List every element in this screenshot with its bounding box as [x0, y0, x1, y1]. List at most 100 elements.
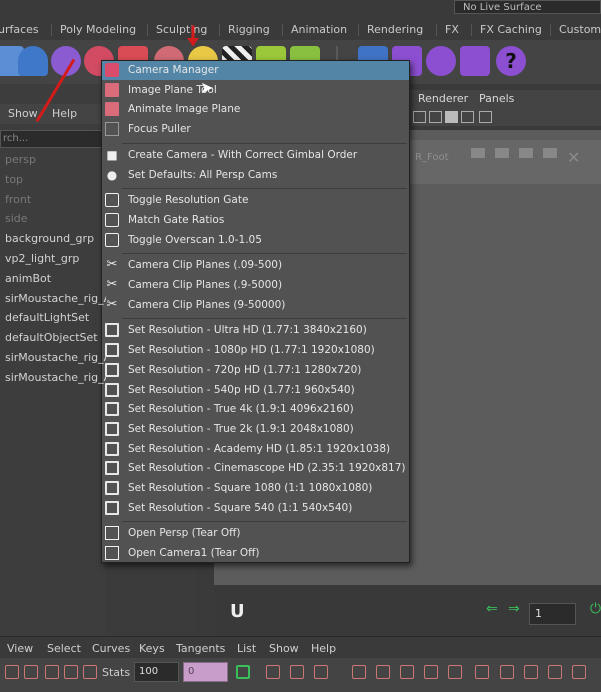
- menu-item[interactable]: Toggle Resolution Gate: [102, 191, 409, 210]
- menu-item[interactable]: Toggle Overscan 1.0-1.05: [102, 231, 409, 250]
- insert-key-icon[interactable]: [24, 665, 38, 679]
- outliner-item-label: persp: [5, 153, 36, 166]
- grid-icon[interactable]: [413, 111, 426, 123]
- auto-tangent-icon[interactable]: [352, 665, 366, 679]
- value-field[interactable]: 0: [183, 662, 228, 682]
- menu-item[interactable]: Set Resolution - Academy HD (1.85:1 1920…: [102, 440, 409, 459]
- menu-item[interactable]: Image Plane Tool: [102, 81, 409, 100]
- outliner-item[interactable]: background_grp: [0, 229, 106, 248]
- magnet-icon[interactable]: U: [230, 601, 245, 622]
- weighted-tangent-icon[interactable]: [572, 665, 586, 679]
- lattice-icon[interactable]: [45, 665, 59, 679]
- shelf-tab-custom[interactable]: Custom: [549, 22, 601, 38]
- download-tool-icon[interactable]: [18, 46, 48, 76]
- graph-menu-keys[interactable]: Keys: [139, 642, 165, 655]
- live-surface-field[interactable]: No Live Surface: [454, 0, 601, 14]
- menu-item[interactable]: Set Resolution - True 4k (1.9:1 4096x216…: [102, 400, 409, 419]
- shelf-tab-surfaces[interactable]: urfaces: [0, 22, 39, 38]
- flat-tangent-icon[interactable]: [448, 665, 462, 679]
- menu-item[interactable]: Set Resolution - Ultra HD (1.77:1 3840x2…: [102, 321, 409, 340]
- step-forward-icon[interactable]: ⇒: [508, 601, 520, 617]
- outliner-item[interactable]: sirMoustache_rig_A: [0, 368, 106, 387]
- power-icon[interactable]: ⏻: [590, 601, 601, 617]
- frame-all-icon[interactable]: [266, 665, 280, 679]
- unify-tangent-icon[interactable]: [548, 665, 562, 679]
- menu-item[interactable]: Animate Image Plane: [102, 100, 409, 119]
- linear-tangent-icon[interactable]: [424, 665, 438, 679]
- shelf-tab-sculpting[interactable]: Sculpting: [146, 22, 207, 38]
- graph-menu-view[interactable]: View: [7, 642, 33, 655]
- keyboard-icon[interactable]: [460, 46, 490, 76]
- help-icon[interactable]: ?: [496, 46, 526, 76]
- shelf-tab-rigging[interactable]: Rigging: [219, 22, 270, 38]
- outliner-item[interactable]: top: [0, 170, 106, 189]
- outliner-search-input[interactable]: rch...: [0, 130, 106, 148]
- outliner-item[interactable]: defaultLightSet: [0, 308, 106, 327]
- shelf-tab-rendering[interactable]: Rendering: [357, 22, 423, 38]
- viewport-menu-panels[interactable]: Panels: [479, 92, 514, 105]
- menu-item[interactable]: Open Camera1 (Tear Off): [102, 544, 409, 563]
- viewport-menu-renderer[interactable]: Renderer: [418, 92, 468, 105]
- break-tangent-icon[interactable]: [524, 665, 538, 679]
- shelf-tab-fx-caching[interactable]: FX Caching: [471, 22, 542, 38]
- graph-menu-select[interactable]: Select: [47, 642, 81, 655]
- outliner-item[interactable]: side: [0, 209, 106, 228]
- current-frame-input[interactable]: 1: [529, 603, 576, 625]
- shelf-tab-animation[interactable]: Animation: [281, 22, 347, 38]
- frame-playback-icon[interactable]: [314, 665, 328, 679]
- graph-menu-curves[interactable]: Curves: [92, 642, 130, 655]
- plateau-tangent-icon[interactable]: [500, 665, 514, 679]
- select-key-icon[interactable]: [236, 665, 250, 679]
- menu-item[interactable]: ✂ Camera Clip Planes (9-50000): [102, 296, 409, 315]
- outliner-item[interactable]: sirMoustache_rig_A: [0, 348, 106, 367]
- menu-item[interactable]: ✂ Camera Clip Planes (.09-500): [102, 256, 409, 275]
- viewport-label: R_Foot: [415, 152, 449, 163]
- graph-menu-tangents[interactable]: Tangents: [176, 642, 225, 655]
- menu-item[interactable]: Focus Puller: [102, 120, 409, 139]
- outliner-menu-show[interactable]: Show: [8, 107, 38, 120]
- clamped-tangent-icon[interactable]: [400, 665, 414, 679]
- resolution-icon: [105, 362, 119, 377]
- menu-item[interactable]: ■ Create Camera - With Correct Gimbal Ord…: [102, 146, 409, 165]
- menu-item[interactable]: ✂ Camera Clip Planes (.9-5000): [102, 276, 409, 295]
- stats-value-field[interactable]: 100: [134, 662, 179, 682]
- move-key-icon[interactable]: [5, 665, 19, 679]
- menu-item[interactable]: Match Gate Ratios: [102, 211, 409, 230]
- wireframe-icon[interactable]: [429, 111, 442, 123]
- graph-menu-show[interactable]: Show: [269, 642, 299, 655]
- outliner-item[interactable]: persp: [0, 150, 106, 169]
- menu-item[interactable]: Open Persp (Tear Off): [102, 524, 409, 543]
- menu-item[interactable]: Set Resolution - 540p HD (1.77:1 960x540…: [102, 381, 409, 400]
- menu-item[interactable]: Set Resolution - True 2k (1.9:1 2048x108…: [102, 420, 409, 439]
- step-tangent-icon[interactable]: [475, 665, 489, 679]
- smooth-shade-icon[interactable]: [445, 111, 458, 123]
- node-icon: [0, 214, 4, 224]
- retime-icon[interactable]: [83, 665, 97, 679]
- menu-item[interactable]: Set Resolution - 720p HD (1.77:1 1280x72…: [102, 361, 409, 380]
- outliner-item[interactable]: animBot: [0, 269, 106, 288]
- menu-item[interactable]: Set Resolution - 1080p HD (1.77:1 1920x1…: [102, 341, 409, 360]
- outliner-item[interactable]: vp2_light_grp: [0, 249, 106, 268]
- menu-item[interactable]: Set Resolution - Square 540 (1:1 540x540…: [102, 499, 409, 518]
- gear-icon[interactable]: [426, 46, 456, 76]
- graph-menu-list[interactable]: List: [237, 642, 256, 655]
- outliner-item[interactable]: defaultObjectSet: [0, 328, 106, 347]
- lighting-icon[interactable]: [479, 111, 492, 123]
- step-back-icon[interactable]: ⇐: [486, 601, 498, 617]
- shelf-tab-fx[interactable]: FX: [436, 22, 459, 38]
- outliner-item[interactable]: sirMoustache_rig_A: [0, 289, 106, 308]
- graph-menu-help[interactable]: Help: [311, 642, 336, 655]
- region-icon[interactable]: [64, 665, 78, 679]
- menu-item[interactable]: Set Resolution - Square 1080 (1:1 1080x1…: [102, 479, 409, 498]
- shelf-tab-poly-modeling[interactable]: Poly Modeling: [50, 22, 136, 38]
- outliner-menu-help[interactable]: Help: [52, 107, 77, 120]
- spline-tangent-icon[interactable]: [376, 665, 390, 679]
- outliner-item[interactable]: front: [0, 190, 106, 209]
- frame-selection-icon[interactable]: [290, 665, 304, 679]
- menu-item[interactable]: Camera Manager: [102, 61, 409, 80]
- texture-icon[interactable]: [461, 111, 474, 123]
- resolution-icon: [105, 323, 119, 338]
- menu-item[interactable]: Set Resolution - Cinemascope HD (2.35:1 …: [102, 459, 409, 478]
- menu-item[interactable]: ● Set Defaults: All Persp Cams: [102, 166, 409, 185]
- close-icon[interactable]: ✕: [567, 148, 580, 167]
